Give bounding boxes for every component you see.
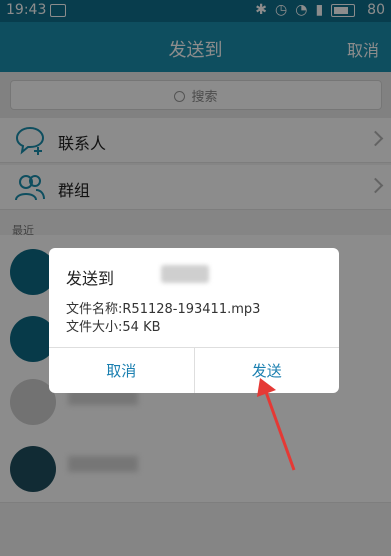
dialog-buttons: 取消 发送 [49,347,339,393]
dialog-title: 发送到 [66,269,115,288]
dialog-send-button[interactable]: 发送 [193,348,340,393]
recipient-name-blurred [161,265,209,283]
file-name-line: 文件名称:R51128-193411.mp3 [66,298,260,317]
file-size-line: 文件大小:54 KB [66,316,161,335]
file-name-value: R51128-193411.mp3 [122,302,261,317]
file-size-label: 文件大小: [66,320,123,335]
file-name-label: 文件名称: [66,302,123,317]
file-size-value: 54 KB [122,320,161,335]
dialog-cancel-button[interactable]: 取消 [49,348,194,393]
send-dialog: 发送到 文件名称:R51128-193411.mp3 文件大小:54 KB 取消… [49,248,339,393]
